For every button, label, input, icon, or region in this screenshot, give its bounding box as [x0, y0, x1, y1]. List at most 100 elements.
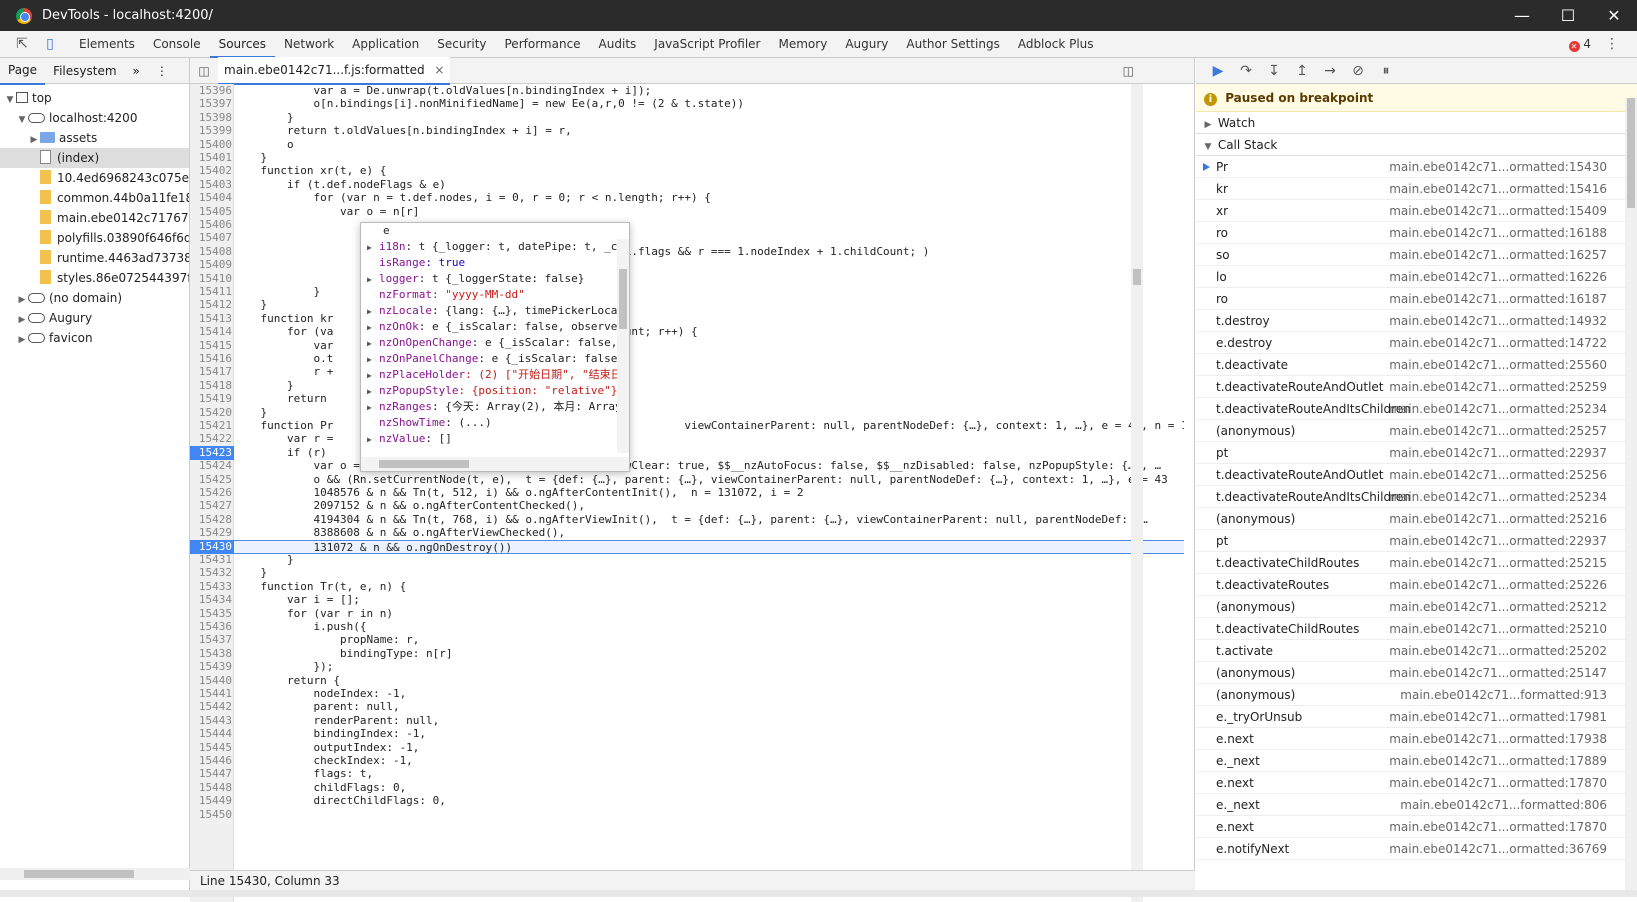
tree-item[interactable]: runtime.4463ad737385 [0, 248, 189, 268]
line-number[interactable]: 15427 [190, 499, 234, 513]
popover-property[interactable]: nzShowTime: (...) [361, 415, 629, 431]
close-tab-icon[interactable]: × [434, 63, 444, 77]
callstack-frame[interactable]: t.deactivateRouteAndItsChildren main.ebe0… [1196, 486, 1637, 508]
callstack-frame[interactable]: t.deactivateRoutes main.ebe0142c71...orma… [1196, 574, 1637, 596]
line-number[interactable]: 15413 [190, 312, 234, 326]
callstack-frame[interactable]: pt main.ebe0142c71...ormatted:22937 [1196, 530, 1637, 552]
frame-location[interactable]: main.ebe0142c71...ormatted:25234 [1389, 486, 1607, 508]
expand-arrow-icon[interactable]: ▶ [367, 240, 379, 255]
popover-property[interactable]: ▶ logger: t {_loggerState: false} [361, 271, 629, 287]
line-number[interactable]: 15433 [190, 580, 234, 594]
frame-location[interactable]: main.ebe0142c71...ormatted:17870 [1389, 772, 1607, 794]
line-number[interactable]: 15446 [190, 754, 234, 768]
line-number[interactable]: 15401 [190, 151, 234, 165]
callstack-frame[interactable]: t.activate main.ebe0142c71...ormatted:252… [1196, 640, 1637, 662]
callstack-frame[interactable]: t.deactivateRouteAndOutlet main.ebe0142c7… [1196, 376, 1637, 398]
tree-item[interactable]: (index) [0, 148, 189, 168]
tree-arrow-icon[interactable]: ▶ [28, 130, 40, 148]
frame-location[interactable]: main.ebe0142c71...ormatted:15409 [1389, 200, 1607, 222]
line-number[interactable]: 15444 [190, 727, 234, 741]
frame-location[interactable]: main.ebe0142c71...ormatted:15430 [1389, 156, 1607, 178]
popover-property[interactable]: ▶ i18n: t {_logger: t, datePipe: t, _chan… [361, 239, 629, 255]
tab-elements[interactable]: Elements [70, 31, 144, 58]
frame-location[interactable]: main.ebe0142c71...ormatted:15416 [1389, 178, 1607, 200]
expand-arrow-icon[interactable]: ▶ [367, 304, 379, 319]
frame-location[interactable]: main.ebe0142c71...ormatted:25257 [1389, 420, 1607, 442]
step-icon[interactable]: → [1316, 63, 1344, 79]
line-number[interactable]: 15403 [190, 178, 234, 192]
tab-audits[interactable]: Audits [590, 31, 646, 58]
line-number[interactable]: 15412 [190, 298, 234, 312]
variable-popover[interactable]: e ▶ i18n: t {_logger: t, datePipe: t, _ch… [360, 222, 630, 472]
tree-item[interactable]: ▶ Augury [0, 308, 189, 328]
step-over-icon[interactable]: ↷ [1232, 63, 1260, 79]
resume-icon[interactable]: ▶ [1204, 63, 1232, 79]
tree-arrow-icon[interactable]: ▼ [4, 90, 16, 108]
callstack-frame[interactable]: (anonymous) main.ebe0142c71...formatted:9… [1196, 684, 1637, 706]
navigator-menu-icon[interactable]: ⋮ [148, 58, 176, 84]
callstack-frame[interactable]: e.next main.ebe0142c71...ormatted:17870 [1196, 772, 1637, 794]
line-number[interactable]: 15396 [190, 84, 234, 98]
tab-augury[interactable]: Augury [836, 31, 897, 58]
minimize-button[interactable]: — [1499, 0, 1545, 31]
callstack-frame[interactable]: e._next main.ebe0142c71...formatted:806 [1196, 794, 1637, 816]
callstack-frame[interactable]: t.destroy main.ebe0142c71...ormatted:1493… [1196, 310, 1637, 332]
tab-application[interactable]: Application [343, 31, 428, 58]
frame-location[interactable]: main.ebe0142c71...ormatted:17870 [1389, 816, 1607, 838]
line-number[interactable]: 15429 [190, 526, 234, 540]
line-number[interactable]: 15419 [190, 392, 234, 406]
breakpoint-line-number[interactable]: 15430 [190, 539, 234, 554]
expand-arrow-icon[interactable]: ▶ [367, 368, 379, 383]
line-number[interactable]: 15416 [190, 352, 234, 366]
callstack-frame[interactable]: t.deactivateChildRoutes main.ebe0142c71..… [1196, 552, 1637, 574]
line-number[interactable]: 15405 [190, 205, 234, 219]
line-number[interactable]: 15398 [190, 111, 234, 125]
tree-item[interactable]: common.44b0a11fe181 [0, 188, 189, 208]
pause-on-exceptions-icon[interactable]: ⏸ [1372, 63, 1400, 79]
line-number[interactable]: 15442 [190, 700, 234, 714]
callstack-frame[interactable]: so main.ebe0142c71...ormatted:16257 [1196, 244, 1637, 266]
callstack-frame[interactable]: Pr main.ebe0142c71...ormatted:15430 [1196, 156, 1637, 178]
frame-location[interactable]: main.ebe0142c71...ormatted:16188 [1389, 222, 1607, 244]
expand-arrow-icon[interactable]: ▶ [367, 336, 379, 351]
frame-location[interactable]: main.ebe0142c71...ormatted:25212 [1389, 596, 1607, 618]
close-button[interactable]: ✕ [1591, 0, 1637, 31]
popover-property[interactable]: ▶ nzLocale: {lang: {…}, timePickerLocale: [361, 303, 629, 319]
deactivate-breakpoints-icon[interactable]: ⊘ [1344, 63, 1372, 79]
line-number[interactable]: 15406 [190, 218, 234, 232]
line-number[interactable]: 15408 [190, 245, 234, 259]
callstack-frame[interactable]: e._next main.ebe0142c71...ormatted:17889 [1196, 750, 1637, 772]
callstack-frame[interactable]: (anonymous) main.ebe0142c71...ormatted:25… [1196, 596, 1637, 618]
expand-arrow-icon[interactable]: ▶ [367, 320, 379, 335]
frame-location[interactable]: main.ebe0142c71...ormatted:25147 [1389, 662, 1607, 684]
line-number[interactable]: 15418 [190, 379, 234, 393]
frame-location[interactable]: main.ebe0142c71...formatted:806 [1400, 794, 1607, 816]
callstack-frame[interactable]: (anonymous) main.ebe0142c71...ormatted:25… [1196, 420, 1637, 442]
popover-hscroll[interactable] [361, 457, 629, 471]
line-number[interactable]: 15409 [190, 258, 234, 272]
more-tabs-icon[interactable]: » [125, 58, 148, 84]
tab-javascript-profiler[interactable]: JavaScript Profiler [645, 31, 769, 58]
popover-vscroll[interactable] [617, 239, 629, 453]
tab-sources[interactable]: Sources [209, 31, 276, 58]
line-number[interactable]: 15441 [190, 687, 234, 701]
frame-location[interactable]: main.ebe0142c71...formatted:913 [1400, 684, 1607, 706]
popover-property[interactable]: nzFormat: "yyyy-MM-dd" [361, 287, 629, 303]
tree-arrow-icon[interactable]: ▶ [16, 330, 28, 348]
line-number[interactable]: 15434 [190, 593, 234, 607]
step-into-icon[interactable]: ↧ [1260, 63, 1288, 79]
inspect-element-icon[interactable]: ⇱ [8, 31, 36, 58]
line-number[interactable]: 15421 [190, 419, 234, 433]
popover-property[interactable]: ▶ nzOnOpenChange: e {_isScalar: false, ob… [361, 335, 629, 351]
callstack-frame[interactable]: kr main.ebe0142c71...ormatted:15416 [1196, 178, 1637, 200]
frame-location[interactable]: main.ebe0142c71...ormatted:36769 [1389, 838, 1607, 860]
line-number[interactable]: 15425 [190, 473, 234, 487]
line-number[interactable]: 15449 [190, 794, 234, 808]
tree-arrow-icon[interactable]: ▼ [16, 110, 28, 128]
editor-file-tab[interactable]: main.ebe0142c71...f.js:formatted × [218, 56, 451, 85]
expand-arrow-icon[interactable]: ▶ [367, 384, 379, 399]
callstack-frame[interactable]: (anonymous) main.ebe0142c71...ormatted:25… [1196, 508, 1637, 530]
callstack-frame[interactable]: xr main.ebe0142c71...ormatted:15409 [1196, 200, 1637, 222]
step-out-icon[interactable]: ↥ [1288, 63, 1316, 79]
watch-section-header[interactable]: ▶ Watch [1196, 112, 1637, 134]
